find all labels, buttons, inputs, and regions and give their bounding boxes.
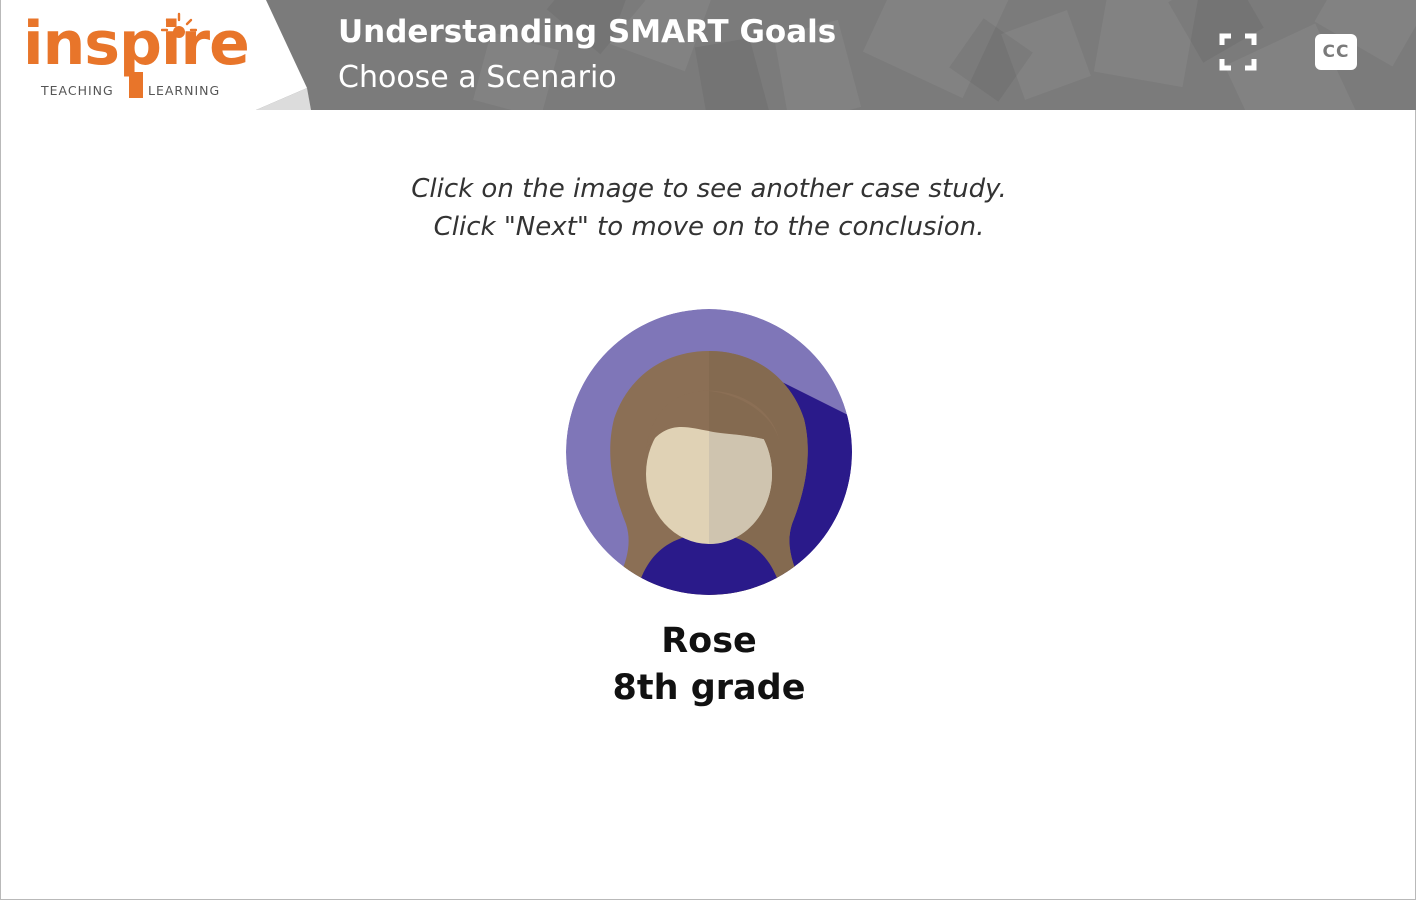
student-name: Rose — [661, 621, 757, 661]
slide-subtitle: Choose a Scenario — [338, 60, 617, 95]
student-grade: 8th grade — [612, 668, 806, 708]
student-avatar-button[interactable] — [566, 309, 852, 595]
logo-wordmark: inspire — [23, 9, 250, 79]
fullscreen-button[interactable] — [1219, 33, 1257, 71]
instruction-line-2: Click "Next" to move on to the conclusio… — [433, 212, 985, 242]
logo-bar — [129, 72, 143, 98]
instruction-line-1: Click on the image to see another case s… — [411, 174, 1007, 204]
fullscreen-icon — [1219, 33, 1257, 71]
logo-learning-text: LEARNING — [148, 83, 221, 98]
course-title: Understanding SMART Goals — [338, 14, 837, 50]
sun-icon — [161, 12, 197, 38]
student-caption: Rose 8th grade — [1, 618, 1416, 712]
student-avatar-icon — [566, 309, 852, 595]
cc-label: CC — [1322, 42, 1350, 62]
slide-header: inspire TEACHING LEARNING Understanding … — [1, 0, 1416, 110]
slide-frame: inspire TEACHING LEARNING Understanding … — [0, 0, 1416, 900]
instructions: Click on the image to see another case s… — [1, 170, 1416, 246]
closed-captions-button[interactable]: CC — [1315, 34, 1357, 70]
logo-teaching-text: TEACHING — [41, 83, 114, 98]
